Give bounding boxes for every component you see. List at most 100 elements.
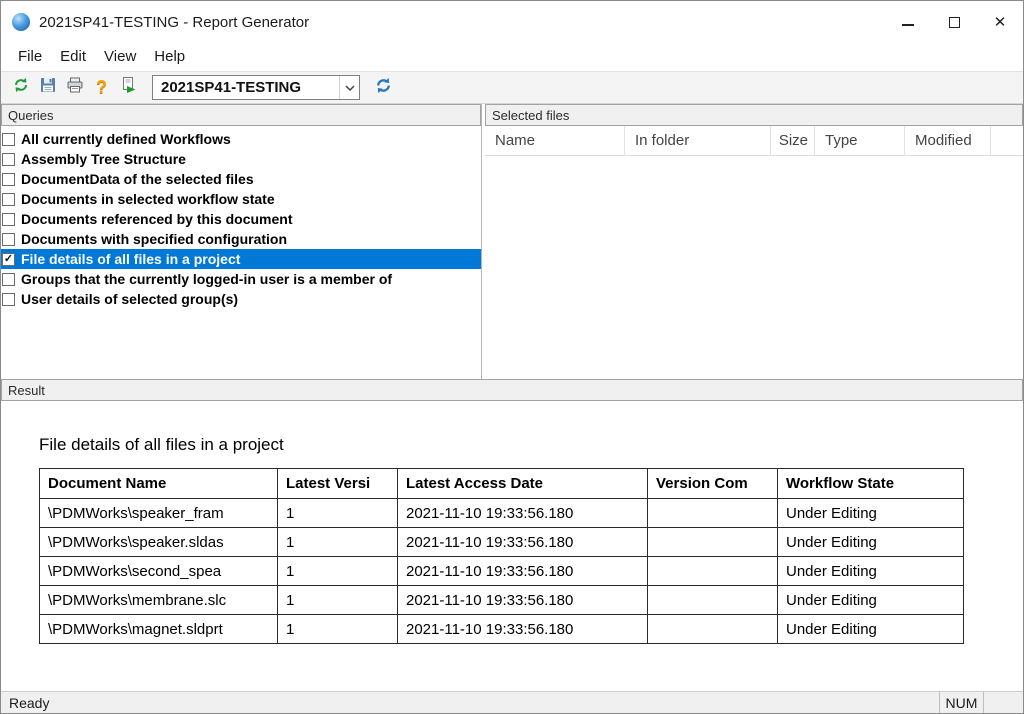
close-button[interactable]: ✕ [977, 1, 1023, 43]
query-checkbox[interactable] [2, 153, 15, 166]
result-cell: 2021-11-10 19:33:56.180 [398, 528, 648, 557]
refresh-list-icon [12, 76, 30, 99]
selected-files-panel: Selected files NameIn folderSizeTypeModi… [485, 104, 1023, 379]
query-item[interactable]: User details of selected group(s) [1, 289, 481, 309]
window-controls: ✕ [885, 1, 1023, 43]
query-label: File details of all files in a project [21, 251, 240, 267]
result-row: \PDMWorks\second_spea12021-11-10 19:33:5… [40, 557, 964, 586]
window-title: 2021SP41-TESTING - Report Generator [39, 14, 309, 31]
result-row: \PDMWorks\speaker.sldas12021-11-10 19:33… [40, 528, 964, 557]
save-icon [39, 76, 57, 99]
query-checkbox[interactable] [2, 273, 15, 286]
result-cell: 1 [278, 586, 398, 615]
files-column-header[interactable]: Modified [905, 126, 991, 155]
result-table: Document NameLatest VersiLatest Access D… [39, 468, 964, 644]
result-content: File details of all files in a project D… [1, 401, 1023, 691]
status-message: Ready [1, 695, 939, 711]
result-cell: 1 [278, 499, 398, 528]
result-row: \PDMWorks\membrane.slc12021-11-10 19:33:… [40, 586, 964, 615]
vault-selector-value: 2021SP41-TESTING [153, 79, 339, 96]
query-label: Documents with specified configuration [21, 231, 287, 247]
query-label: Documents referenced by this document [21, 211, 293, 227]
result-cell [648, 499, 778, 528]
query-label: User details of selected group(s) [21, 291, 238, 307]
query-checkbox[interactable] [2, 213, 15, 226]
files-column-header[interactable]: Size [771, 126, 815, 155]
query-label: Assembly Tree Structure [21, 151, 186, 167]
result-cell [648, 615, 778, 644]
menu-help[interactable]: Help [145, 43, 194, 71]
run-report-button[interactable] [115, 74, 142, 101]
minimize-button[interactable] [885, 1, 931, 43]
query-checkbox[interactable] [2, 133, 15, 146]
result-cell: Under Editing [778, 586, 964, 615]
menu-edit[interactable]: Edit [51, 43, 95, 71]
files-column-header[interactable]: In folder [625, 126, 771, 155]
result-column-header: Document Name [40, 469, 278, 499]
result-cell: Under Editing [778, 528, 964, 557]
run-report-icon [120, 76, 138, 99]
status-num-indicator: NUM [939, 692, 983, 713]
files-columns: NameIn folderSizeTypeModified [485, 126, 1023, 156]
query-checkbox[interactable] [2, 233, 15, 246]
menu-file[interactable]: File [9, 43, 51, 71]
query-label: Groups that the currently logged-in user… [21, 271, 392, 287]
query-checkbox[interactable] [2, 293, 15, 306]
vault-selector[interactable]: 2021SP41-TESTING [152, 75, 360, 100]
query-item[interactable]: Documents in selected workflow state [1, 189, 481, 209]
query-label: Documents in selected workflow state [21, 191, 275, 207]
query-item[interactable]: Documents with specified configuration [1, 229, 481, 249]
query-item[interactable]: File details of all files in a project [1, 249, 481, 269]
maximize-icon [949, 17, 960, 28]
query-item[interactable]: DocumentData of the selected files [1, 169, 481, 189]
result-column-header: Latest Access Date [398, 469, 648, 499]
print-icon [66, 76, 84, 99]
query-checkbox[interactable] [2, 193, 15, 206]
result-cell: 1 [278, 557, 398, 586]
chevron-down-icon[interactable] [339, 76, 359, 99]
queries-panel-header: Queries [1, 104, 481, 126]
query-label: DocumentData of the selected files [21, 171, 254, 187]
status-tail-pane [983, 692, 1023, 713]
menu-view[interactable]: View [95, 43, 145, 71]
result-cell: \PDMWorks\speaker_fram [40, 499, 278, 528]
print-button[interactable] [61, 74, 88, 101]
workspace: Queries All currently defined Workflows A… [1, 104, 1023, 379]
statusbar: Ready NUM [1, 691, 1023, 713]
result-cell: 1 [278, 615, 398, 644]
result-cell: 2021-11-10 19:33:56.180 [398, 586, 648, 615]
result-cell [648, 528, 778, 557]
query-checkbox[interactable] [2, 173, 15, 186]
result-heading: File details of all files in a project [39, 435, 1023, 455]
save-button[interactable] [34, 74, 61, 101]
result-cell [648, 557, 778, 586]
result-panel-header: Result [1, 379, 1023, 401]
query-item[interactable]: Assembly Tree Structure [1, 149, 481, 169]
toolbar: ? 2021SP41-TESTING [1, 71, 1023, 104]
refresh-button[interactable] [370, 74, 397, 101]
queries-panel: Queries All currently defined Workflows A… [1, 104, 482, 379]
refresh-list-button[interactable] [7, 74, 34, 101]
result-cell: Under Editing [778, 557, 964, 586]
help-button[interactable]: ? [88, 74, 115, 101]
result-cell: 1 [278, 528, 398, 557]
query-item[interactable]: Groups that the currently logged-in user… [1, 269, 481, 289]
selected-files-panel-header: Selected files [485, 104, 1023, 126]
maximize-button[interactable] [931, 1, 977, 43]
query-item[interactable]: All currently defined Workflows [1, 129, 481, 149]
result-cell: \PDMWorks\magnet.sldprt [40, 615, 278, 644]
query-checkbox[interactable] [2, 253, 15, 266]
result-column-header: Latest Versi [278, 469, 398, 499]
refresh-icon [374, 76, 393, 100]
result-table-header-row: Document NameLatest VersiLatest Access D… [40, 469, 964, 499]
result-column-header: Version Com [648, 469, 778, 499]
result-row: \PDMWorks\magnet.sldprt12021-11-10 19:33… [40, 615, 964, 644]
result-cell: 2021-11-10 19:33:56.180 [398, 499, 648, 528]
close-icon: ✕ [994, 15, 1007, 30]
query-label: All currently defined Workflows [21, 131, 231, 147]
files-column-header[interactable]: Type [815, 126, 905, 155]
files-column-header[interactable]: Name [485, 126, 625, 155]
result-cell: 2021-11-10 19:33:56.180 [398, 615, 648, 644]
query-item[interactable]: Documents referenced by this document [1, 209, 481, 229]
minimize-icon [902, 24, 914, 26]
